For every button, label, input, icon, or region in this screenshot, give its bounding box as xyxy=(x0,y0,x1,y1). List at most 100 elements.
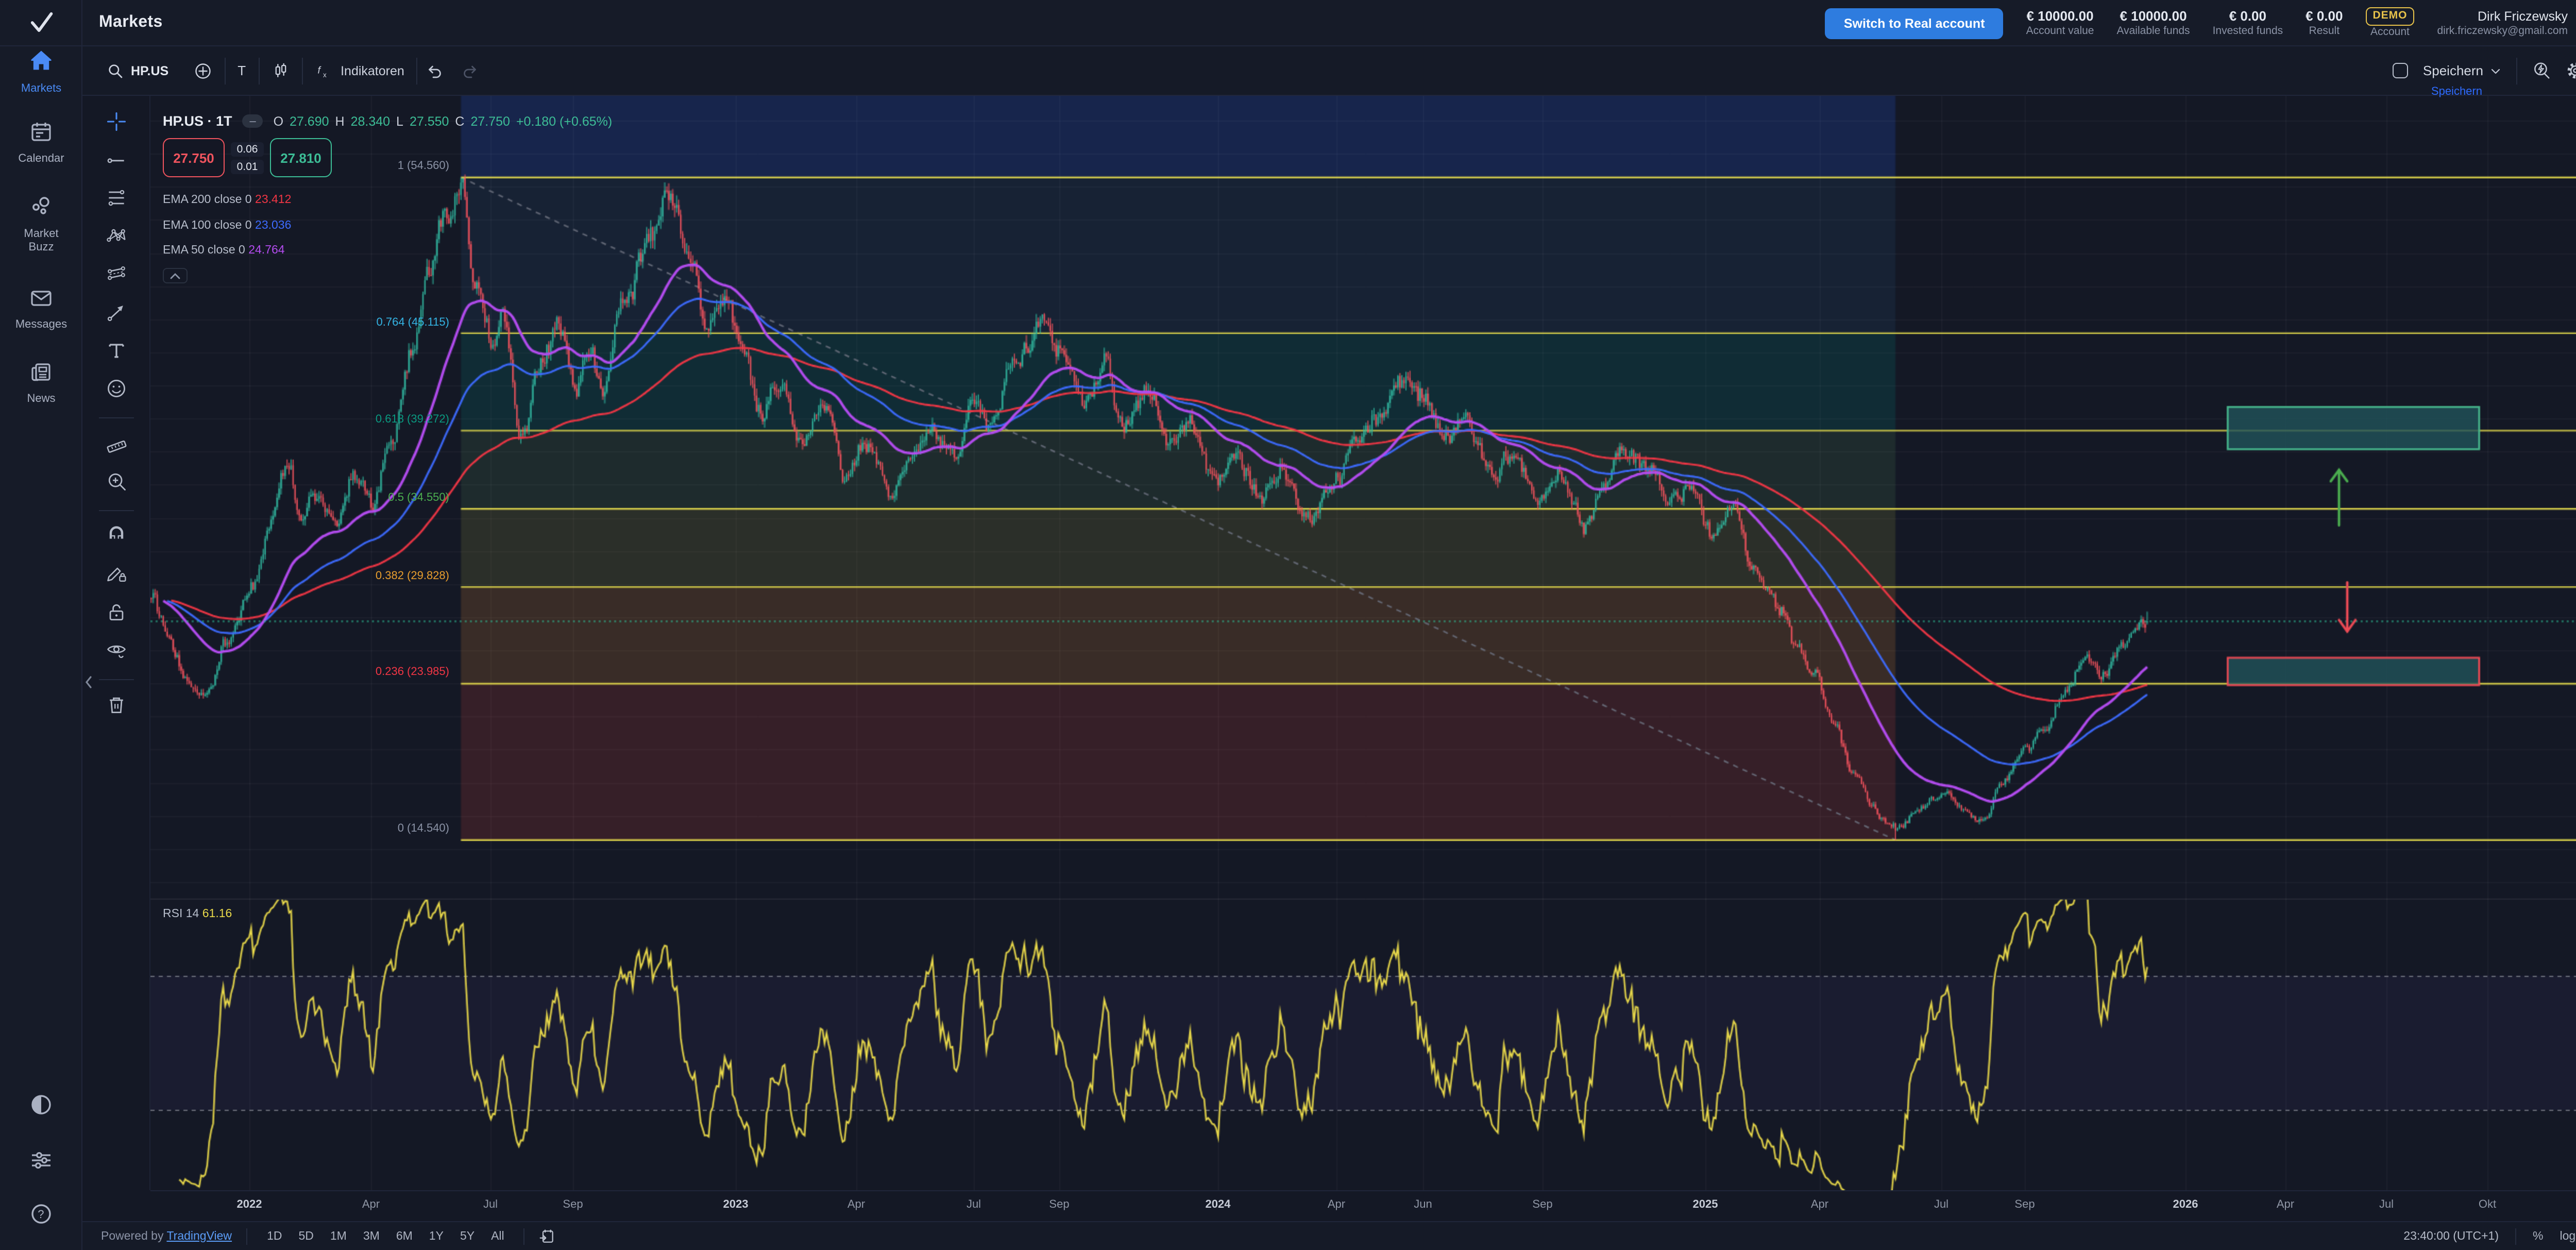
trading-app: Markets Switch to Real account € 10000.0… xyxy=(0,0,2576,1250)
sell-button[interactable]: 27.750 xyxy=(163,138,225,177)
chart-toolbar: HP.US T fx Indikatoren xyxy=(82,46,2576,96)
symbol-search[interactable]: HP.US xyxy=(95,55,181,86)
zoom-in-tool[interactable] xyxy=(98,466,133,501)
legend-collapse-icon[interactable]: – xyxy=(243,114,263,128)
legend-collapse-button[interactable] xyxy=(163,268,188,283)
save-tooltip: Speichern xyxy=(2431,86,2482,98)
time-axis-label: Sep xyxy=(1532,1198,1552,1211)
ohlc-values: O27.690 H28.340 L27.550 C27.750 +0.180 (… xyxy=(274,114,613,128)
arrow-marker-icon xyxy=(105,300,127,328)
app-logo[interactable] xyxy=(0,0,82,46)
chevron-down-icon xyxy=(2489,64,2502,77)
tradingview-link[interactable]: TradingView xyxy=(166,1230,232,1242)
time-axis[interactable]: 2022AprJulSep2023AprJulSep2024AprJunSep2… xyxy=(150,1190,2576,1221)
svg-text:f: f xyxy=(317,64,321,76)
account-type: DEMO Account xyxy=(2365,8,2414,39)
preferences-button[interactable] xyxy=(0,1148,82,1178)
scale-button-log[interactable]: log xyxy=(2560,1230,2576,1242)
interval-button[interactable]: T xyxy=(225,55,258,86)
layout-checkbox[interactable] xyxy=(2393,63,2409,78)
rsi-name: RSI xyxy=(163,908,182,920)
ema-legend-row[interactable]: EMA 100 close 0 23.036 xyxy=(163,213,612,238)
text-tool[interactable] xyxy=(98,335,133,370)
spread-high: 0.06 xyxy=(231,142,264,156)
ema-legend-row[interactable]: EMA 200 close 0 23.412 xyxy=(163,188,612,213)
spread-values: 0.06 0.01 xyxy=(225,142,270,174)
fib-retracement-tool[interactable] xyxy=(98,182,133,217)
user-info[interactable]: Dirk Friczewsky dirk.friczewsky@gmail.co… xyxy=(2437,8,2568,39)
go-to-date-button[interactable] xyxy=(539,1228,556,1244)
help-icon: ? xyxy=(29,1202,54,1231)
settings-button[interactable] xyxy=(2566,61,2576,80)
undo-button[interactable] xyxy=(418,55,453,86)
topbar-right: Switch to Real account € 10000.00Account… xyxy=(1825,0,2576,46)
compare-add-symbol-button[interactable] xyxy=(181,55,224,86)
zoom-in-icon xyxy=(105,469,127,497)
theme-toggle-button[interactable] xyxy=(0,1092,82,1122)
time-axis-label: Jun xyxy=(1414,1198,1432,1211)
sidebar-item-markets[interactable]: Markets xyxy=(0,47,82,95)
time-axis-label: Jul xyxy=(483,1198,498,1211)
nav-rail: Markets Calendar MarketBuzz Messages News? xyxy=(0,46,82,1250)
switch-to-real-account-button[interactable]: Switch to Real account xyxy=(1825,8,2004,39)
drawing-mode-tool[interactable] xyxy=(98,559,133,594)
account-type-label: Account xyxy=(2370,25,2410,39)
timeframe-5d[interactable]: 5D xyxy=(293,1228,318,1244)
change-value: +0.180 (+0.65%) xyxy=(516,114,612,128)
lock-all-tool[interactable] xyxy=(98,597,133,632)
timeframe-3m[interactable]: 3M xyxy=(358,1228,385,1244)
bottom-bar: Powered by TradingView 1D5D1M3M6M1Y5YAll… xyxy=(82,1221,2576,1250)
timeframe-5y[interactable]: 5Y xyxy=(455,1228,480,1244)
clock[interactable]: 23:40:00 (UTC+1) xyxy=(2403,1230,2499,1242)
magnet-tool[interactable] xyxy=(98,520,133,555)
magnet-icon xyxy=(105,524,127,552)
save-label: Speichern xyxy=(2423,63,2483,78)
crosshair-icon xyxy=(105,110,127,138)
legend-symbol[interactable]: HP.US · 1T xyxy=(163,113,232,129)
timeframe-all[interactable]: All xyxy=(486,1228,510,1244)
sidebar-item-label: Messages xyxy=(15,318,67,331)
crosshair-tool[interactable] xyxy=(98,106,133,141)
time-axis-label: Apr xyxy=(2277,1198,2294,1211)
panel-collapse-handle[interactable] xyxy=(83,670,96,695)
ema-legend-row[interactable]: EMA 50 close 0 24.764 xyxy=(163,239,612,264)
rsi-legend[interactable]: RSI 14 61.16 xyxy=(163,908,232,920)
chart-legend: HP.US · 1T – O27.690 H28.340 L27.550 C27… xyxy=(163,113,612,283)
sidebar-item-messages[interactable]: Messages xyxy=(0,285,82,331)
timeframe-1y[interactable]: 1Y xyxy=(424,1228,449,1244)
help-button[interactable]: ? xyxy=(0,1202,82,1231)
redo-button[interactable] xyxy=(453,55,488,86)
timeframe-1m[interactable]: 1M xyxy=(325,1228,352,1244)
projection-tool[interactable] xyxy=(98,259,133,294)
drawing-toolbar xyxy=(82,96,150,1190)
hide-drawings-tool[interactable] xyxy=(98,635,133,670)
quick-search-button[interactable] xyxy=(2532,61,2551,80)
trend-line-tool[interactable] xyxy=(98,144,133,179)
ruler-tool[interactable] xyxy=(98,428,133,463)
arrow-marker-tool[interactable] xyxy=(98,297,133,332)
svg-text:?: ? xyxy=(38,1208,44,1221)
buy-button[interactable]: 27.810 xyxy=(270,138,332,177)
time-axis-label: Sep xyxy=(2014,1198,2035,1211)
timeframe-1d[interactable]: 1D xyxy=(262,1228,287,1244)
sidebar-item-calendar[interactable]: Calendar xyxy=(0,120,82,165)
remove-drawings-tool[interactable] xyxy=(98,689,133,724)
flash-search-icon xyxy=(2532,61,2551,80)
go-to-date-icon xyxy=(539,1228,556,1244)
scale-button-percent[interactable]: % xyxy=(2533,1230,2543,1242)
time-axis-label: 2026 xyxy=(2173,1198,2198,1211)
drawing-mode-icon xyxy=(105,562,127,590)
emoji-tool[interactable] xyxy=(98,373,133,408)
sidebar-item-market-buzz[interactable]: MarketBuzz xyxy=(0,195,82,254)
indicators-button[interactable]: fx Indikatoren xyxy=(302,55,417,86)
calendar-icon xyxy=(29,120,54,149)
time-axis-label: Sep xyxy=(563,1198,583,1211)
sidebar-item-news[interactable]: News xyxy=(0,360,82,406)
timeframe-6m[interactable]: 6M xyxy=(391,1228,418,1244)
account-stats: € 10000.00Account value€ 10000.00Availab… xyxy=(2026,8,2343,39)
xabcd-pattern-tool[interactable] xyxy=(98,221,133,256)
ema-legend: EMA 200 close 0 23.412EMA 100 close 0 23… xyxy=(163,188,612,264)
sidebar-item-label: News xyxy=(27,393,55,406)
chart-style-button[interactable] xyxy=(259,55,301,86)
save-layout-button[interactable]: Speichern Speichern xyxy=(2423,63,2502,78)
